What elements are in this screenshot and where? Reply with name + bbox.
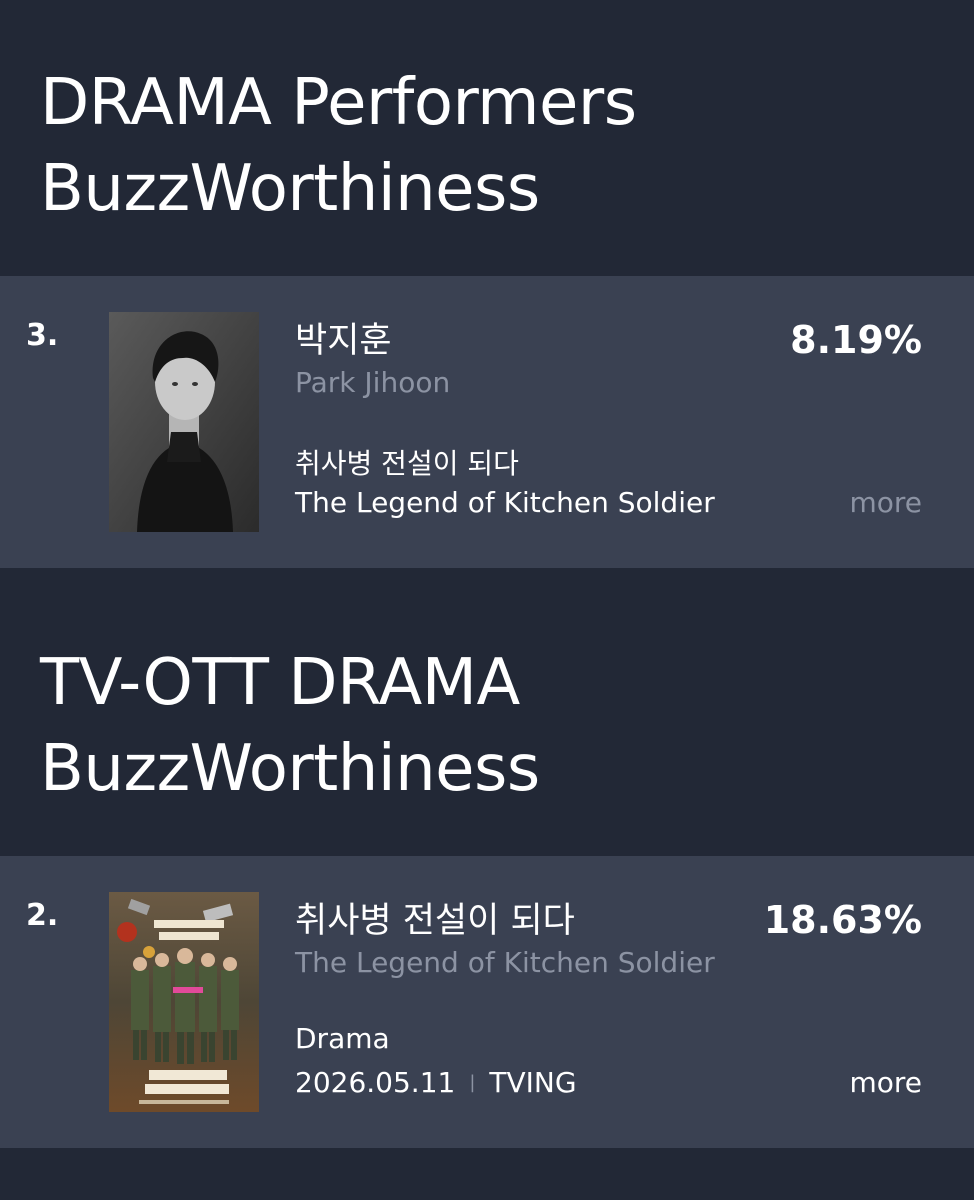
performer-ranking-card[interactable]: 3. 박지훈 Park Jihoon 취사병 전설이 되다 The Legend… [0,276,974,568]
drama-title-english: The Legend of Kitchen Soldier [295,946,715,979]
separator: | [469,1072,476,1093]
buzz-percentage: 18.63% [763,898,922,942]
release-date: 2026.05.11 [295,1066,456,1099]
section-title-line2: BuzzWorthiness [40,152,540,226]
release-info: 2026.05.11 | TVING [295,1066,577,1099]
drama-ranking-card[interactable]: 2. 취사병 전설이 되다 The Legend of Kitchen Sold… [0,856,974,1148]
performer-name-english: Park Jihoon [295,366,451,399]
more-link[interactable]: more [849,1066,922,1099]
performer-name-korean: 박지훈 [295,321,392,361]
drama-title-korean: 취사병 전설이 되다 [295,901,575,941]
drama-poster[interactable] [109,892,259,1112]
section-title-line1: TV-OTT DRAMA [40,646,520,720]
buzz-percentage: 8.19% [790,318,922,362]
section-title-tv-ott-drama: TV-OTT DRAMA BuzzWorthiness [40,640,540,812]
rank-number: 3. [26,318,59,353]
page: DRAMA Performers BuzzWorthiness 3. 박지훈 P… [0,0,974,1200]
section-title-line2: BuzzWorthiness [40,732,540,806]
show-title-korean: 취사병 전설이 되다 [295,447,519,480]
poster-image [109,892,259,1112]
portrait-image [109,312,259,532]
section-title-line1: DRAMA Performers [40,66,637,140]
show-title-english: The Legend of Kitchen Soldier [295,486,715,519]
performer-photo[interactable] [109,312,259,532]
platform-name: TVING [489,1066,577,1099]
rank-number: 2. [26,898,59,933]
more-link[interactable]: more [849,486,922,519]
section-title-drama-performers: DRAMA Performers BuzzWorthiness [40,60,637,232]
genre-label: Drama [295,1022,390,1055]
